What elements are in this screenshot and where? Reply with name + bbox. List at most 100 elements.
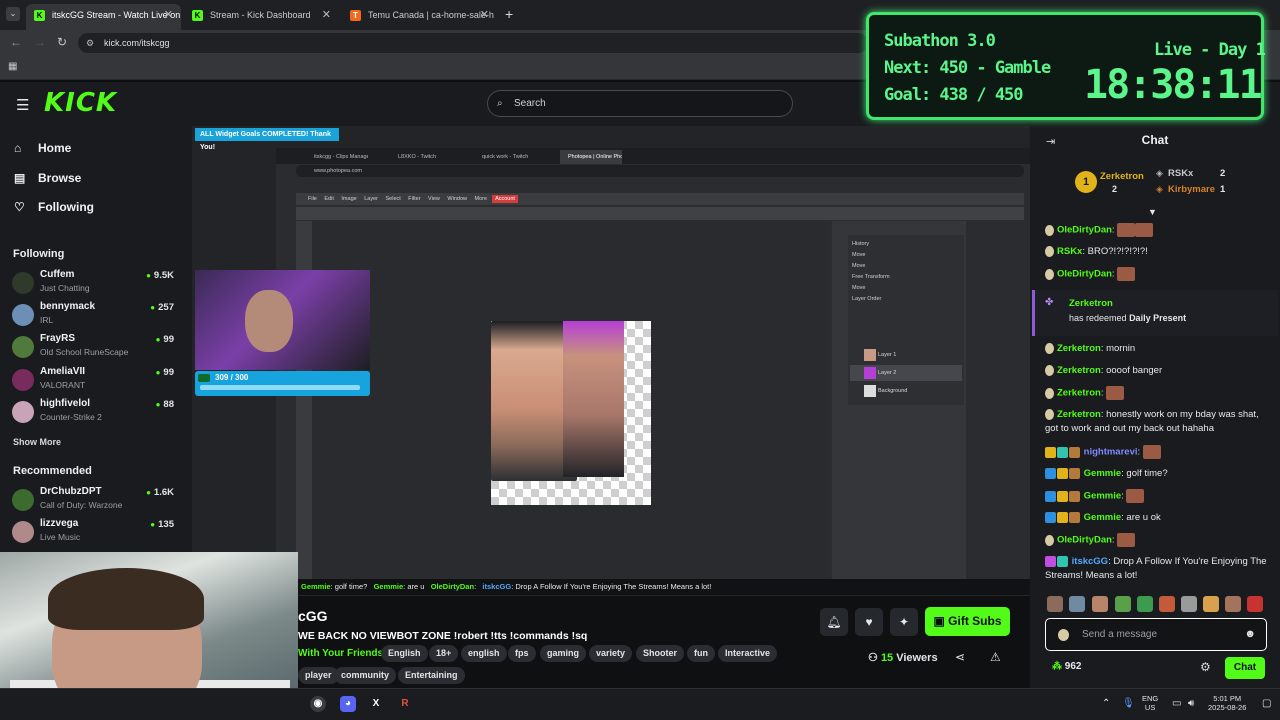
emoji-icon[interactable]: ☻ (1244, 619, 1256, 650)
volume-icon[interactable]: 🔊︎ (1188, 698, 1194, 709)
search-input[interactable]: ⌕ Search (487, 90, 793, 117)
viewer-count: 99 (156, 367, 174, 378)
emote (1126, 489, 1145, 503)
channel-points[interactable]: ⁂ 962 (1052, 661, 1081, 672)
network-icon[interactable]: ▭ (1172, 698, 1181, 709)
close-tab-icon[interactable]: ✕ (480, 4, 489, 26)
recommended-header: Recommended (13, 465, 92, 477)
url-input[interactable]: ⚙ kick.com/itskcgg (78, 33, 868, 53)
following-channel[interactable]: Cuffem Just Chatting 9.5K (12, 268, 178, 298)
channel-category: Old School RuneScape (40, 347, 129, 357)
share-icon[interactable]: ⋖ (955, 650, 965, 664)
browser-tab-temu[interactable]: T Temu Canada | ca-home-sale-h ✕ (342, 4, 497, 30)
avatar (12, 521, 34, 543)
tag[interactable]: fun (687, 645, 715, 662)
emote-picker-item[interactable] (1115, 596, 1131, 612)
tag[interactable]: Interactive (718, 645, 778, 662)
streamer-name[interactable]: cGG (298, 608, 328, 624)
sparkle-button[interactable]: ✦ (890, 608, 918, 636)
emote (1142, 445, 1161, 459)
points-value: 962 (1064, 661, 1082, 672)
home-icon: ⌂ (14, 141, 22, 155)
leader-count: 2 (1220, 168, 1226, 179)
forward-icon[interactable]: → (34, 35, 46, 49)
follow-heart-button[interactable]: ♥ (855, 608, 883, 636)
tag[interactable]: english (461, 645, 507, 662)
tray-chevron-icon[interactable]: ⌃ (1102, 698, 1110, 709)
report-warning-icon[interactable]: ⚠ (990, 650, 1001, 664)
viewer-count: 9.5K (146, 270, 174, 281)
obs-icon[interactable]: ◉ (310, 696, 326, 712)
viewer-count: 88 (156, 399, 174, 410)
microphone-icon[interactable]: 🎙︎ (1122, 698, 1135, 709)
ticker-text: : golf time? (330, 582, 368, 591)
following-channel[interactable]: highfivelol Counter-Strike 2 88 (12, 397, 178, 427)
channel-name: AmeliaVII (40, 366, 86, 377)
tag[interactable]: 18+ (429, 645, 459, 662)
language-indicator[interactable]: ENG US (1142, 694, 1158, 712)
nav-browse[interactable]: ▤ Browse (14, 168, 81, 188)
tag[interactable]: Shooter (636, 645, 685, 662)
following-channel[interactable]: bennymack IRL 257 (12, 300, 178, 330)
kick-logo[interactable]: KICK (44, 88, 117, 118)
back-icon[interactable]: ← (10, 35, 22, 49)
tag[interactable]: community (334, 667, 397, 684)
send-chat-button[interactable]: Chat (1225, 657, 1265, 679)
chat-placeholder: Send a message (1082, 629, 1158, 640)
emote-picker-item[interactable] (1137, 596, 1153, 612)
close-tab-icon[interactable]: ✕ (322, 4, 331, 26)
photopea-account-button: Account (492, 195, 518, 203)
chevron-down-icon[interactable]: ▼ (1148, 207, 1157, 217)
channel-category: Just Chatting (40, 283, 90, 293)
nav-home[interactable]: ⌂ Home (14, 138, 71, 158)
menu-icon[interactable]: ☰ (16, 96, 29, 114)
gift-subs-button[interactable]: ▣ Gift Subs (925, 607, 1010, 636)
emote (1135, 223, 1154, 237)
stream-category[interactable]: With Your Friends (298, 648, 383, 659)
chat-message-input[interactable]: Send a message ☻ (1045, 618, 1267, 651)
tag[interactable]: player (298, 667, 339, 684)
tag[interactable]: fps (508, 645, 536, 662)
tag[interactable]: English (381, 645, 428, 662)
emote-picker-item[interactable] (1092, 596, 1108, 612)
close-tab-icon[interactable]: ✕ (164, 4, 173, 26)
emote-picker-item[interactable] (1047, 596, 1063, 612)
following-channel[interactable]: AmeliaVII VALORANT 99 (12, 365, 178, 395)
emote-picker-item[interactable] (1203, 596, 1219, 612)
app-icon[interactable]: R (397, 696, 413, 712)
tab-search-icon[interactable]: ⌄ (6, 7, 20, 21)
show-more-button[interactable]: Show More (13, 437, 61, 447)
emote-picker-item[interactable] (1181, 596, 1197, 612)
emote-picker-item[interactable] (1069, 596, 1085, 612)
tag[interactable]: variety (589, 645, 633, 662)
notifications-icon[interactable]: ▢ (1262, 698, 1271, 709)
clock-date: 2025-08-26 (1208, 703, 1247, 712)
browser-tab-kick-stream[interactable]: K itskcGG Stream - Watch Live on ✕ (26, 4, 181, 30)
browser-tab-kick-dashboard[interactable]: K Stream - Kick Dashboard ✕ (184, 4, 339, 30)
nav-following[interactable]: ♡ Following (14, 197, 94, 217)
discord-icon[interactable]: ◕ (340, 696, 356, 712)
chat-settings-icon[interactable]: ⚙ (1200, 660, 1211, 674)
tag[interactable]: gaming (540, 645, 587, 662)
x-app-icon[interactable]: X (368, 696, 384, 712)
site-info-icon[interactable]: ⚙ (86, 33, 94, 53)
emote-picker-item[interactable] (1225, 596, 1241, 612)
apps-grid-icon[interactable]: ▦ (8, 61, 17, 72)
emote-picker-item[interactable] (1247, 596, 1263, 612)
emote-picker-item[interactable] (1159, 596, 1175, 612)
recommended-channel[interactable]: lizzvega Live Music 135 (12, 517, 178, 547)
tag[interactable]: Entertaining (398, 667, 465, 684)
recommended-channel[interactable]: DrChubzDPT Call of Duty: Warzone 1.6K (12, 485, 178, 515)
new-tab-button[interactable]: + (505, 6, 513, 22)
notification-bell-button[interactable]: 🔔︎ (820, 608, 848, 636)
viewer-count: 1.6K (146, 487, 174, 498)
clock[interactable]: 5:01 PM 2025-08-26 (1208, 694, 1246, 712)
avatar (12, 304, 34, 326)
chat-message: OleDirtyDan: (1045, 267, 1273, 282)
search-icon: ⌕ (497, 98, 503, 109)
following-channel[interactable]: FrayRS Old School RuneScape 99 (12, 332, 178, 362)
viewer-count: 257 (150, 302, 174, 313)
edited-photo-right (563, 321, 624, 477)
reload-icon[interactable]: ↻ (57, 35, 67, 49)
subathon-day: Live - Day 1 (1154, 40, 1266, 60)
